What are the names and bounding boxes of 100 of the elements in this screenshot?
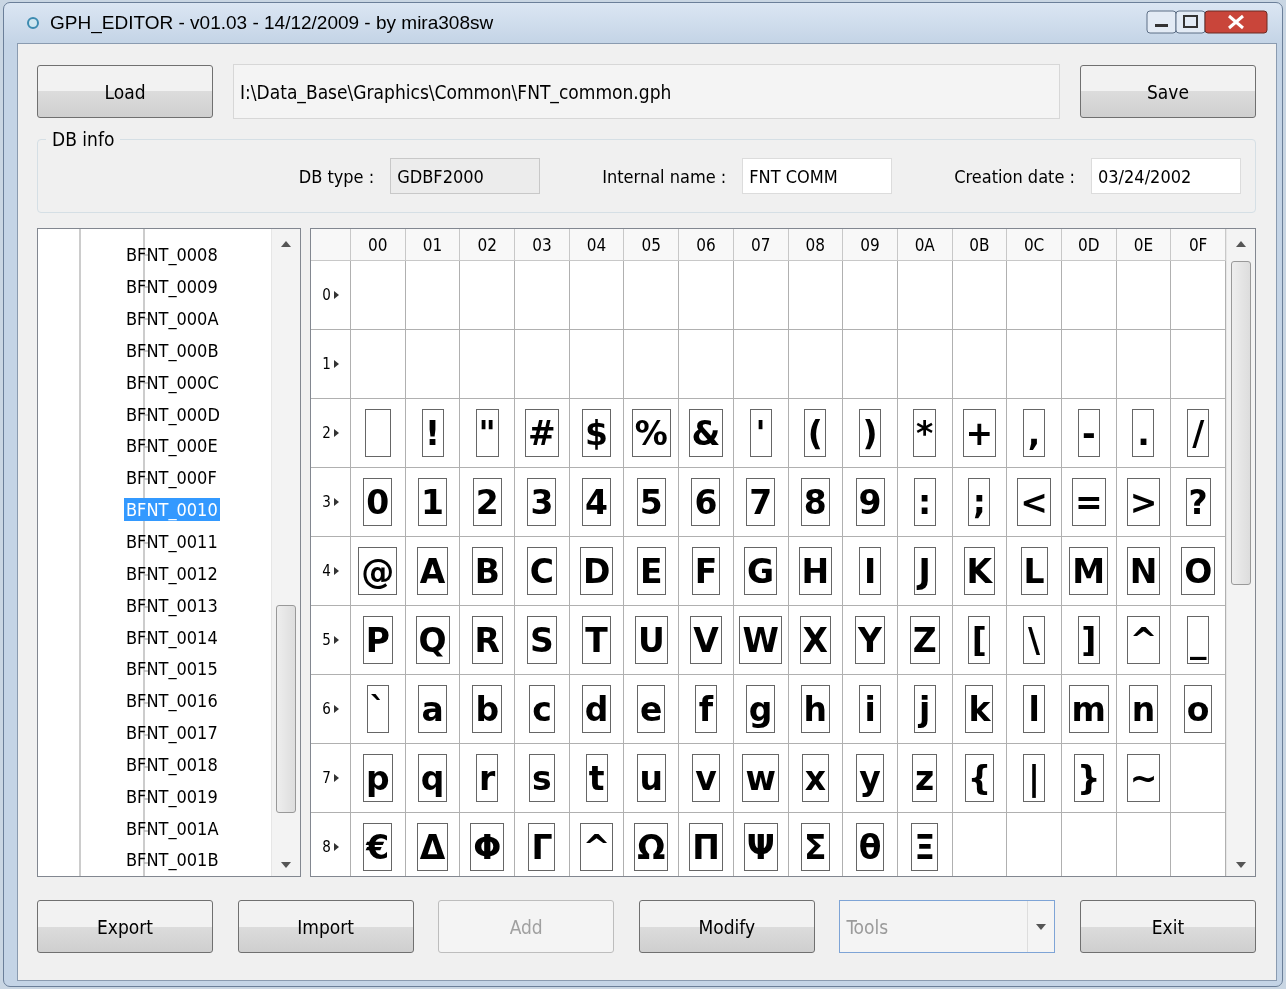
grid-cell[interactable] (405, 330, 461, 399)
grid-cell[interactable]: # (515, 399, 570, 468)
action-button[interactable]: Import (237, 900, 414, 953)
grid-cell[interactable]: n (1116, 675, 1172, 744)
grid-cell[interactable] (351, 330, 406, 399)
grid-cell[interactable]: θ (843, 813, 898, 876)
grid-cell[interactable]: ^ (569, 813, 625, 876)
grid-cell[interactable]: j (897, 675, 953, 744)
grid-cell[interactable]: % (624, 399, 680, 468)
grid-cell[interactable]: s (515, 744, 570, 813)
row-header[interactable]: 7 (311, 744, 351, 813)
grid-cell[interactable] (624, 330, 680, 399)
grid-cell[interactable] (569, 261, 625, 330)
grid-cell[interactable] (351, 399, 406, 468)
grid-cell[interactable]: & (679, 399, 734, 468)
grid-cell[interactable]: > (1116, 468, 1172, 537)
grid-cell[interactable]: \ (1007, 606, 1062, 675)
grid-cell[interactable]: Ω (624, 813, 680, 876)
grid-cell[interactable] (460, 261, 516, 330)
grid-cell[interactable]: F (679, 537, 734, 606)
grid-cell[interactable]: € (351, 813, 406, 876)
row-header[interactable]: 5 (311, 606, 351, 675)
grid-cell[interactable]: 4 (569, 468, 625, 537)
grid-cell[interactable]: e (624, 675, 680, 744)
grid-cell[interactable] (1061, 330, 1117, 399)
grid-cell[interactable]: w (733, 744, 789, 813)
tree-item[interactable]: BFNT_0019 (124, 784, 220, 808)
grid-cell[interactable]: 5 (624, 468, 680, 537)
scroll-up-icon[interactable] (281, 241, 291, 247)
grid-cell[interactable]: L (1007, 537, 1062, 606)
column-header[interactable]: 07 (733, 229, 789, 261)
grid-cell[interactable] (788, 330, 844, 399)
grid-cell[interactable]: W (733, 606, 789, 675)
grid-cell[interactable]: { (952, 744, 1008, 813)
grid-cell[interactable] (952, 330, 1008, 399)
grid-cell[interactable]: U (624, 606, 680, 675)
column-header[interactable]: 08 (788, 229, 844, 261)
grid-cell[interactable]: + (952, 399, 1008, 468)
grid-cell[interactable] (897, 330, 953, 399)
grid-cell[interactable]: R (460, 606, 516, 675)
input-field[interactable]: FNT COMM (742, 158, 893, 194)
grid-cell[interactable]: 9 (843, 468, 898, 537)
grid-cell[interactable]: 6 (679, 468, 734, 537)
tree-item[interactable]: BFNT_0017 (124, 721, 220, 745)
window-controls-icon[interactable] (1146, 10, 1268, 36)
grid-cell[interactable]: ; (952, 468, 1008, 537)
grid-cell[interactable]: z (897, 744, 953, 813)
grid-cell[interactable]: Q (405, 606, 461, 675)
grid-cell[interactable]: c (515, 675, 570, 744)
grid-cell[interactable]: ( (788, 399, 844, 468)
grid-cell[interactable]: T (569, 606, 625, 675)
grid-cell[interactable]: X (788, 606, 844, 675)
grid-cell[interactable]: r (460, 744, 516, 813)
tree-item[interactable]: BFNT_0008 (124, 243, 220, 267)
grid-cell[interactable] (788, 261, 844, 330)
grid-cell[interactable]: [ (952, 606, 1008, 675)
file-path-field[interactable]: I:\Data_Base\Graphics\Common\FNT_common.gph (233, 64, 1060, 119)
grid-cell[interactable]: 0 (351, 468, 406, 537)
grid-cell[interactable] (1007, 261, 1062, 330)
grid-cell[interactable]: ] (1061, 606, 1117, 675)
grid-cell[interactable]: J (897, 537, 953, 606)
grid-cell[interactable]: 3 (515, 468, 570, 537)
grid-cell[interactable]: u (624, 744, 680, 813)
column-header[interactable]: 0B (952, 229, 1008, 261)
column-header[interactable]: 0F (1171, 229, 1226, 261)
scroll-down-icon[interactable] (281, 862, 291, 868)
grid-cell[interactable]: a (405, 675, 461, 744)
action-button[interactable]: Modify (638, 900, 815, 953)
grid-cell[interactable]: E (624, 537, 680, 606)
tree-item[interactable]: BFNT_000C (124, 370, 221, 394)
grid-cell[interactable]: - (1061, 399, 1117, 468)
column-header[interactable]: 0D (1061, 229, 1117, 261)
grid-cell[interactable]: K (952, 537, 1008, 606)
grid-cell[interactable] (569, 330, 625, 399)
tree-item[interactable]: BFNT_001B (124, 848, 221, 872)
action-button[interactable]: Export (37, 900, 213, 953)
grid-cell[interactable]: 8 (788, 468, 844, 537)
grid-cell[interactable]: M (1061, 537, 1117, 606)
grid-cell[interactable] (1116, 261, 1172, 330)
grid-cell[interactable]: ! (405, 399, 461, 468)
grid-cell[interactable]: Σ (788, 813, 844, 876)
grid-cell[interactable]: V (679, 606, 734, 675)
tree-item[interactable]: BFNT_001A (124, 816, 221, 840)
grid-cell[interactable] (515, 261, 570, 330)
grid-cell[interactable]: C (515, 537, 570, 606)
scrollbar[interactable] (1226, 229, 1255, 876)
grid-cell[interactable] (1116, 330, 1172, 399)
grid-cell[interactable]: @ (351, 537, 406, 606)
column-header[interactable]: 03 (515, 229, 570, 261)
grid-cell[interactable] (679, 330, 734, 399)
tree-item[interactable]: BFNT_0013 (124, 593, 220, 617)
row-header[interactable]: 3 (311, 468, 351, 537)
row-header[interactable]: 8 (311, 813, 351, 876)
grid-cell[interactable] (351, 261, 406, 330)
grid-cell[interactable]: y (843, 744, 898, 813)
save-button[interactable]: Save (1080, 65, 1256, 118)
row-header[interactable]: 6 (311, 675, 351, 744)
scrollbar-thumb[interactable] (1231, 261, 1251, 585)
grid-cell[interactable] (733, 330, 789, 399)
grid-cell[interactable] (952, 261, 1008, 330)
